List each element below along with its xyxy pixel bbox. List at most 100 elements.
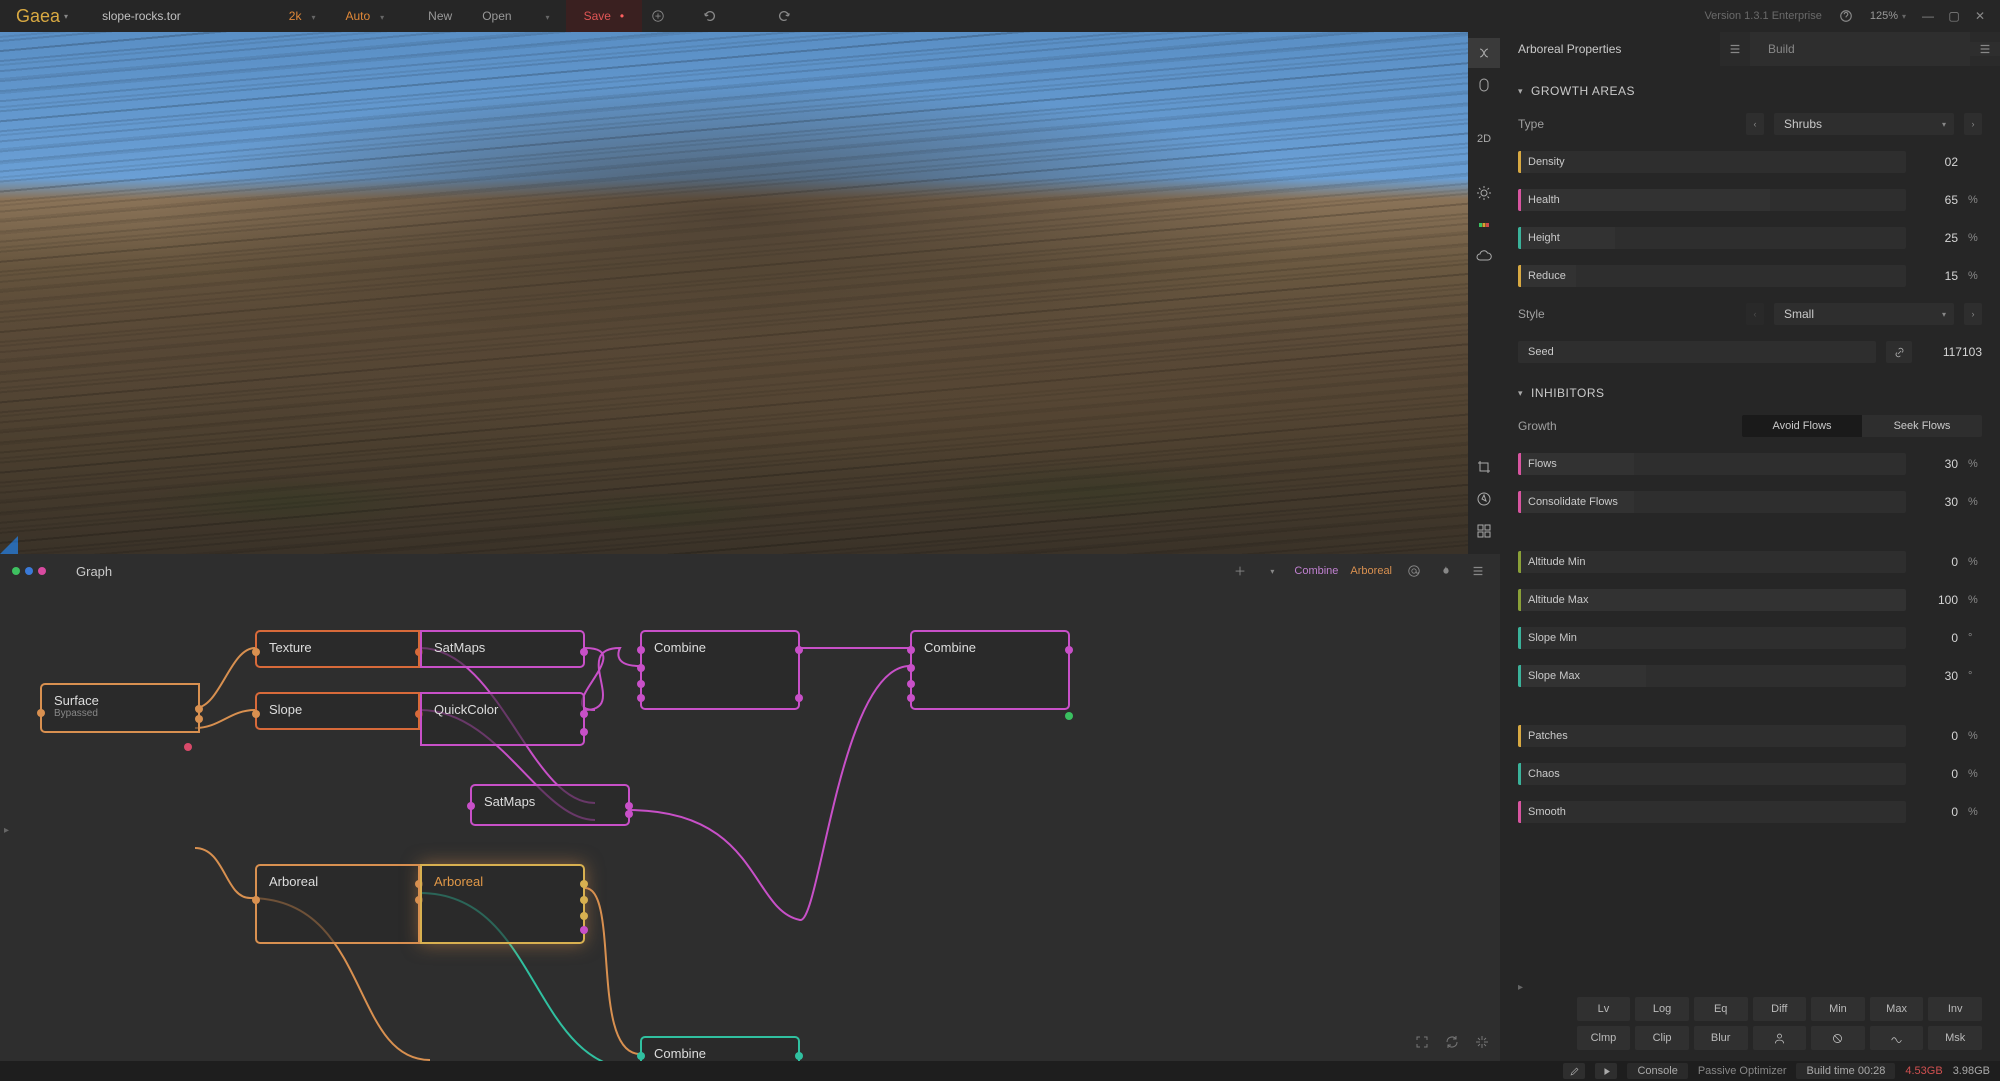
node-surface[interactable]: Surface Bypassed bbox=[40, 683, 200, 733]
graph-menu-icon[interactable] bbox=[1468, 561, 1488, 581]
type-prev[interactable]: ‹ bbox=[1746, 113, 1764, 135]
node-quickcolor[interactable]: QuickColor bbox=[420, 692, 585, 746]
resolution-dropdown[interactable]: 2k bbox=[275, 0, 330, 32]
undo-history-icon[interactable] bbox=[726, 2, 754, 30]
seek-flows-toggle[interactable]: Seek Flows bbox=[1862, 415, 1982, 437]
consolidate-flows-slider[interactable]: Consolidate Flows bbox=[1518, 491, 1906, 513]
mention-icon[interactable] bbox=[1404, 561, 1424, 581]
window-maximize[interactable]: ▢ bbox=[1942, 5, 1966, 27]
arboreal-link[interactable]: Arboreal bbox=[1350, 565, 1392, 577]
node-arboreal-1[interactable]: Arboreal bbox=[255, 864, 420, 944]
inv-button[interactable]: Inv bbox=[1928, 997, 1982, 1021]
style-prev[interactable]: ‹ bbox=[1746, 303, 1764, 325]
sparkle-icon[interactable] bbox=[1474, 1034, 1490, 1053]
health-slider[interactable]: Health bbox=[1518, 189, 1906, 211]
window-minimize[interactable]: — bbox=[1916, 5, 1940, 27]
wave-icon-button[interactable] bbox=[1870, 1026, 1924, 1050]
graph-color-dots[interactable] bbox=[12, 567, 46, 575]
smooth-slider[interactable]: Smooth bbox=[1518, 801, 1906, 823]
seed-field[interactable]: Seed bbox=[1518, 341, 1876, 363]
app-logo[interactable]: Gaea bbox=[8, 6, 76, 27]
inhibitors-section[interactable]: INHIBITORS bbox=[1518, 376, 1982, 412]
add-node-dropdown-icon[interactable]: ▾ bbox=[1262, 561, 1282, 581]
open-button[interactable]: Open bbox=[468, 0, 563, 32]
reduce-slider[interactable]: Reduce bbox=[1518, 265, 1906, 287]
node-satmaps-1[interactable]: SatMaps bbox=[420, 630, 585, 668]
eq-button[interactable]: Eq bbox=[1694, 997, 1748, 1021]
type-dropdown[interactable]: Shrubs bbox=[1774, 113, 1954, 135]
growth-areas-section[interactable]: GROWTH AREAS bbox=[1518, 74, 1982, 110]
play-icon[interactable] bbox=[1595, 1063, 1617, 1079]
max-button[interactable]: Max bbox=[1870, 997, 1924, 1021]
memory-used: 4.53GB bbox=[1905, 1065, 1942, 1077]
fire-icon[interactable] bbox=[1436, 561, 1456, 581]
add-node-icon[interactable] bbox=[1230, 561, 1250, 581]
min-button[interactable]: Min bbox=[1811, 997, 1865, 1021]
new-button[interactable]: New bbox=[414, 0, 466, 32]
cloud-icon[interactable] bbox=[1468, 242, 1500, 272]
atmosphere-icon[interactable] bbox=[1468, 38, 1500, 68]
3d-viewport[interactable] bbox=[0, 32, 1468, 554]
flows-slider[interactable]: Flows bbox=[1518, 453, 1906, 475]
top-bar: Gaea slope-rocks.tor 2k Auto New Open Sa… bbox=[0, 0, 2000, 32]
denoise-icon-button[interactable] bbox=[1811, 1026, 1865, 1050]
viewport-axis-gizmo[interactable] bbox=[0, 536, 18, 554]
msk-button[interactable]: Msk bbox=[1928, 1026, 1982, 1050]
type-next[interactable]: › bbox=[1964, 113, 1982, 135]
redo-icon[interactable] bbox=[770, 2, 798, 30]
node-texture[interactable]: Texture bbox=[255, 630, 420, 668]
clip-button[interactable]: Clip bbox=[1635, 1026, 1689, 1050]
console-button[interactable]: Console bbox=[1627, 1063, 1687, 1079]
node-combine-1[interactable]: Combine bbox=[640, 630, 800, 710]
2d-view-button[interactable]: 2D bbox=[1468, 124, 1500, 154]
preview-mode-dropdown[interactable]: Auto bbox=[331, 0, 398, 32]
edit-icon[interactable] bbox=[1563, 1063, 1585, 1079]
avoid-flows-toggle[interactable]: Avoid Flows bbox=[1742, 415, 1862, 437]
style-next[interactable]: › bbox=[1964, 303, 1982, 325]
save-button[interactable]: Save• bbox=[566, 0, 643, 32]
chaos-slider[interactable]: Chaos bbox=[1518, 763, 1906, 785]
window-close[interactable]: ✕ bbox=[1968, 5, 1992, 27]
node-combine-2[interactable]: Combine bbox=[910, 630, 1070, 710]
build-tab[interactable]: Build bbox=[1750, 32, 1970, 66]
slope-min-slider[interactable]: Slope Min bbox=[1518, 627, 1906, 649]
patches-slider[interactable]: Patches bbox=[1518, 725, 1906, 747]
node-slope[interactable]: Slope bbox=[255, 692, 420, 730]
help-icon[interactable] bbox=[1832, 2, 1860, 30]
properties-tab[interactable]: Arboreal Properties bbox=[1500, 32, 1720, 66]
blur-button[interactable]: Blur bbox=[1694, 1026, 1748, 1050]
build-tab-menu[interactable] bbox=[1970, 42, 2000, 56]
height-slider[interactable]: Height bbox=[1518, 227, 1906, 249]
crop-icon[interactable] bbox=[1468, 452, 1500, 482]
lighting-icon[interactable] bbox=[1468, 178, 1500, 208]
zoom-dropdown[interactable]: 125% bbox=[1870, 10, 1906, 22]
node-arboreal-2[interactable]: Arboreal bbox=[420, 864, 585, 944]
node-satmaps-2[interactable]: SatMaps bbox=[470, 784, 630, 826]
clmp-button[interactable]: Clmp bbox=[1577, 1026, 1631, 1050]
panel-expand-handle[interactable]: ▸ bbox=[4, 825, 9, 836]
combine-link[interactable]: Combine bbox=[1294, 565, 1338, 577]
frame-icon[interactable] bbox=[1414, 1034, 1430, 1053]
palette-icon[interactable] bbox=[1468, 210, 1500, 240]
seed-link-icon[interactable] bbox=[1886, 341, 1912, 363]
terrain-view-icon[interactable] bbox=[1468, 70, 1500, 100]
altitude-min-slider[interactable]: Altitude Min bbox=[1518, 551, 1906, 573]
slope-max-slider[interactable]: Slope Max bbox=[1518, 665, 1906, 687]
log-button[interactable]: Log bbox=[1635, 997, 1689, 1021]
refresh-icon[interactable] bbox=[1444, 1034, 1460, 1053]
altitude-max-slider[interactable]: Altitude Max bbox=[1518, 589, 1906, 611]
diff-button[interactable]: Diff bbox=[1753, 997, 1807, 1021]
node-combine-3[interactable]: Combine bbox=[640, 1036, 800, 1061]
lv-button[interactable]: Lv bbox=[1577, 997, 1631, 1021]
footer-expand-handle[interactable]: ▸ bbox=[1518, 978, 1982, 997]
compass-icon[interactable] bbox=[1468, 484, 1500, 514]
properties-tab-menu[interactable] bbox=[1720, 42, 1750, 56]
undo-icon[interactable] bbox=[696, 2, 724, 30]
person-icon-button[interactable] bbox=[1753, 1026, 1807, 1050]
style-dropdown[interactable]: Small bbox=[1774, 303, 1954, 325]
density-slider[interactable]: Density bbox=[1518, 151, 1906, 173]
redo-history-icon[interactable] bbox=[800, 2, 828, 30]
graph-canvas[interactable]: ▸ bbox=[0, 588, 1500, 1061]
grid-icon[interactable] bbox=[1468, 516, 1500, 546]
increment-save-icon[interactable] bbox=[644, 2, 672, 30]
